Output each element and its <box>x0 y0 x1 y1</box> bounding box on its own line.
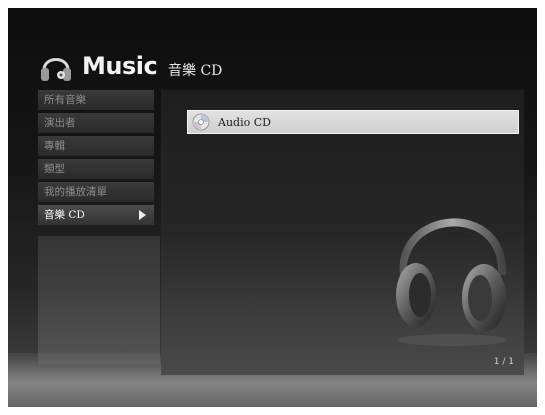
menu-item-albums[interactable]: 專輯 <box>38 136 154 156</box>
chevron-right-icon <box>139 210 146 220</box>
menu-item-label: 我的播放清單 <box>44 186 107 198</box>
menu-item-label: 演出者 <box>44 117 76 129</box>
section-title: 音樂 CD <box>168 63 223 79</box>
menu-item-label: 類型 <box>44 163 65 175</box>
page-indicator: 1 / 1 <box>493 357 514 367</box>
menu-item-label: 所有音樂 <box>44 94 86 106</box>
app-title: Music <box>82 52 158 80</box>
content-panel: Audio CD 1 / 1 <box>161 90 524 375</box>
menu-item-my-playlists[interactable]: 我的播放清單 <box>38 182 154 202</box>
menu-item-label: 音樂 CD <box>44 209 85 221</box>
menu-item-all-music[interactable]: 所有音樂 <box>38 90 154 110</box>
menu-item-artists[interactable]: 演出者 <box>38 113 154 133</box>
list-item-label: Audio CD <box>218 115 271 129</box>
cd-icon <box>192 113 210 131</box>
menu-item-label: 專輯 <box>44 140 65 152</box>
category-menu: 所有音樂 演出者 專輯 類型 我的播放清單 音樂 CD <box>38 90 154 225</box>
app-logo: Music <box>38 46 158 86</box>
list-item-audio-cd[interactable]: Audio CD <box>187 110 519 134</box>
headphones-illustration <box>396 218 507 346</box>
menu-background-fill <box>38 236 160 364</box>
headphones-logo-icon <box>41 58 71 81</box>
media-center-screen: Music 音樂 CD 所有音樂 演出者 專輯 類型 我的播放清單 音樂 CD <box>8 8 537 407</box>
menu-item-music-cd[interactable]: 音樂 CD <box>38 205 154 225</box>
menu-item-genres[interactable]: 類型 <box>38 159 154 179</box>
